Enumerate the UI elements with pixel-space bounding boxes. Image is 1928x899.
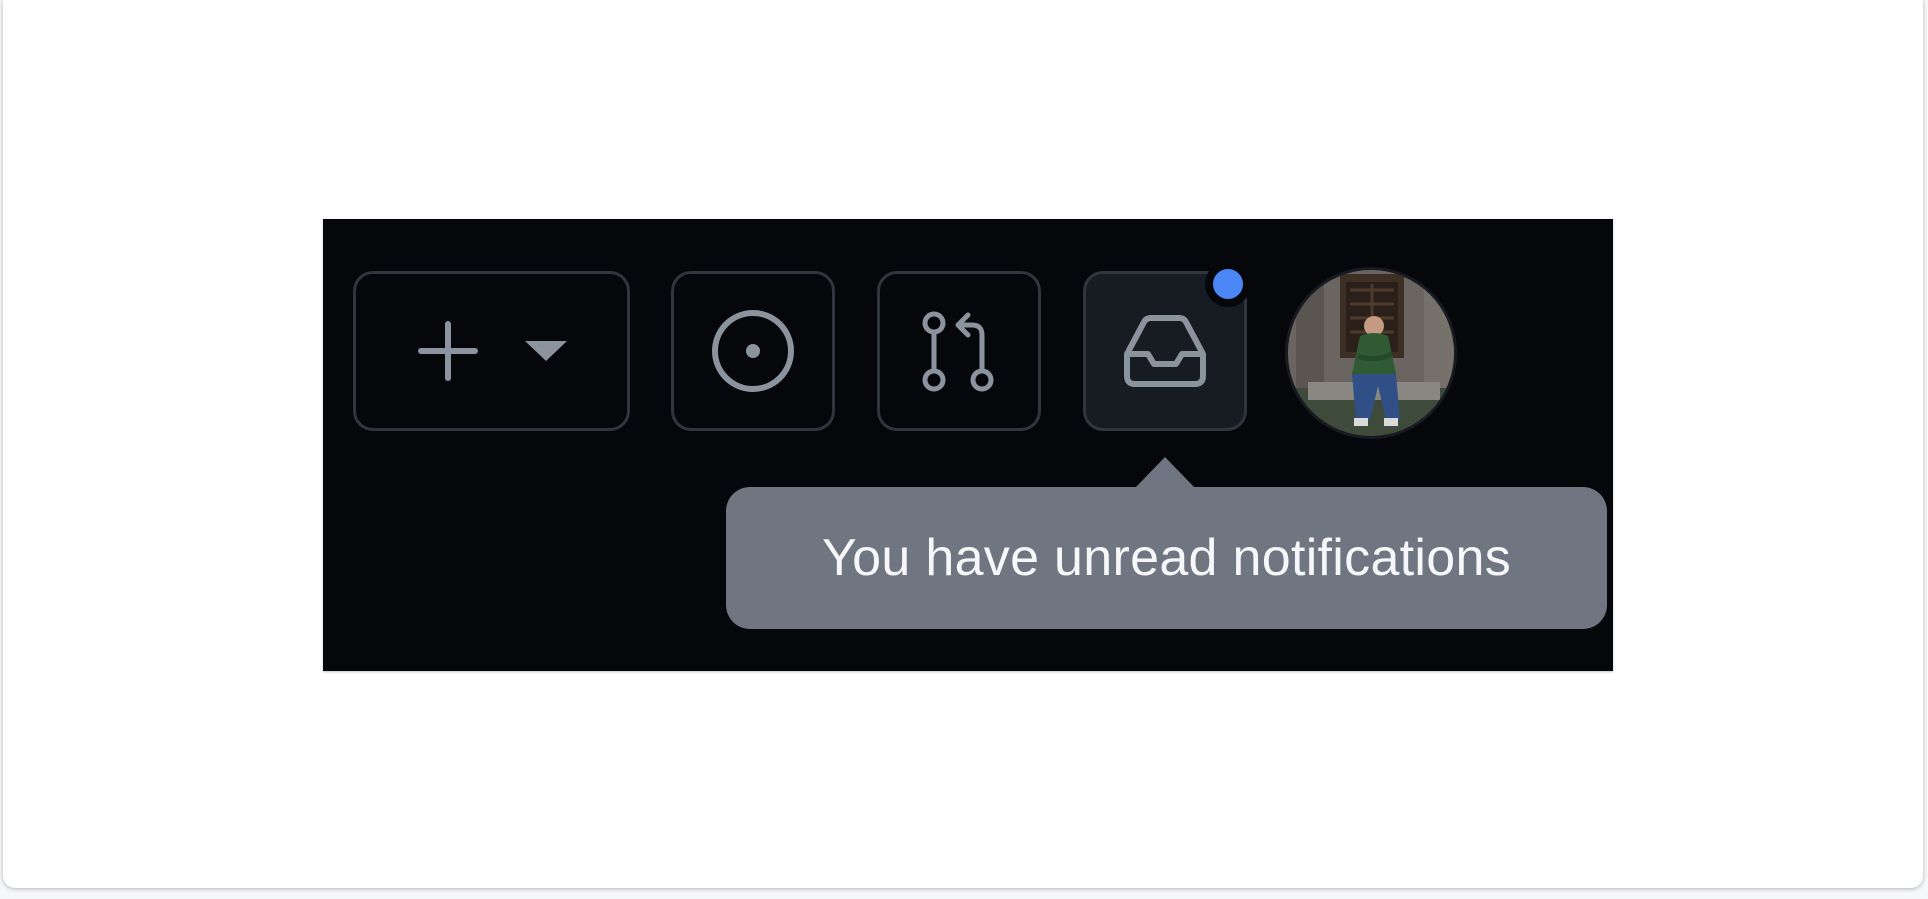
plus-icon [417,320,479,382]
git-pull-request-icon [920,309,998,393]
notifications-tooltip: You have unread notifications [726,487,1607,629]
inbox-icon [1122,314,1208,388]
pull-requests-button[interactable] [877,271,1041,431]
tooltip-text: You have unread notifications [821,529,1512,587]
avatar-photo [1288,270,1454,436]
user-avatar[interactable] [1285,267,1457,439]
tooltip-arrow [1135,457,1195,488]
create-new-button[interactable] [353,271,630,431]
issue-opened-icon [710,308,796,394]
screenshot-frame: You have unread notifications [3,0,1923,888]
issues-button[interactable] [671,271,835,431]
triangle-down-icon [524,339,567,363]
github-header-actions: You have unread notifications [323,219,1613,671]
unread-indicator-dot [1205,261,1251,307]
